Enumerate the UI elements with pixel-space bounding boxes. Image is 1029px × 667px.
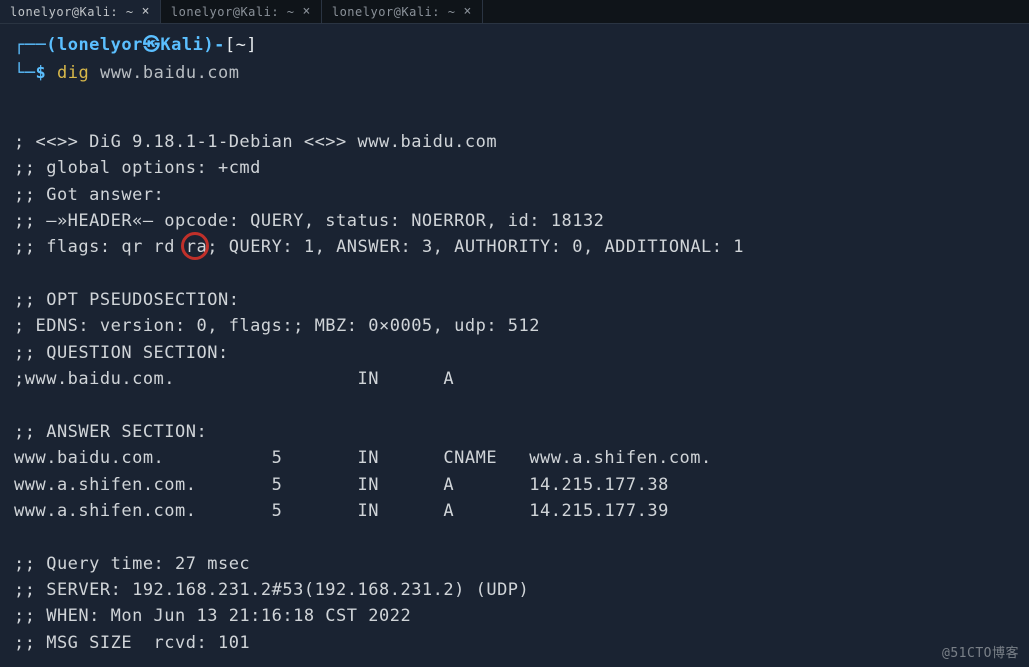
terminal-body[interactable]: ┌──(lonelyor㉿Kali)-[~] └─$ dig www.baidu… xyxy=(0,24,1029,664)
bracket-close: ] xyxy=(246,35,257,55)
highlighted-ra: ra xyxy=(186,237,207,257)
terminal-tab-2[interactable]: lonelyor@Kali: ~ × xyxy=(161,0,322,23)
prompt-corner: ┌── xyxy=(14,35,46,55)
out-l18: ;; Query time: 27 msec xyxy=(14,554,250,574)
prompt-line-1: ┌──(lonelyor㉿Kali)-[~] xyxy=(14,32,1015,58)
prompt-host: Kali xyxy=(160,35,203,55)
paren-open: ( xyxy=(46,35,57,55)
prompt-sep: ㉿ xyxy=(143,35,161,55)
prompt-line-2: └─$ dig www.baidu.com xyxy=(14,60,1015,86)
out-l13: ;; ANSWER SECTION: xyxy=(14,422,207,442)
annotation-circle-icon xyxy=(181,232,209,260)
command-arg: www.baidu.com xyxy=(100,63,240,83)
out-l5: ;; —»HEADER«— opcode: QUERY, status: NOE… xyxy=(14,211,604,231)
prompt-user: lonelyor xyxy=(57,35,143,55)
out-l6: ;; flags: qr rd ra; QUERY: 1, ANSWER: 3,… xyxy=(14,237,744,257)
tab-label: lonelyor@Kali: ~ xyxy=(10,5,134,19)
out-l15: www.a.shifen.com. 5 IN A 14.215.177.38 xyxy=(14,475,669,495)
close-icon[interactable]: × xyxy=(142,4,150,19)
prompt-dash: - xyxy=(214,35,225,55)
out-l21: ;; MSG SIZE rcvd: 101 xyxy=(14,633,250,653)
tab-bar: lonelyor@Kali: ~ × lonelyor@Kali: ~ × lo… xyxy=(0,0,1029,24)
out-l11: ;www.baidu.com. IN A xyxy=(14,369,454,389)
watermark: @51CTO博客 xyxy=(942,642,1019,661)
tab-label: lonelyor@Kali: ~ xyxy=(171,5,295,19)
out-l14: www.baidu.com. 5 IN CNAME www.a.shifen.c… xyxy=(14,448,712,468)
out-l3: ;; global options: +cmd xyxy=(14,158,261,178)
out-l20: ;; WHEN: Mon Jun 13 21:16:18 CST 2022 xyxy=(14,606,411,626)
out-l9: ; EDNS: version: 0, flags:; MBZ: 0×0005,… xyxy=(14,316,540,336)
out-l2: ; <<>> DiG 9.18.1-1-Debian <<>> www.baid… xyxy=(14,132,497,152)
prompt-corner-bot: └─ xyxy=(14,63,35,83)
terminal-output: ; <<>> DiG 9.18.1-1-Debian <<>> www.baid… xyxy=(14,103,1015,656)
close-icon[interactable]: × xyxy=(463,4,471,19)
terminal-tab-1[interactable]: lonelyor@Kali: ~ × xyxy=(0,0,161,23)
prompt-dollar: $ xyxy=(35,63,46,83)
paren-close: ) xyxy=(203,35,214,55)
out-l4: ;; Got answer: xyxy=(14,185,164,205)
terminal-tab-3[interactable]: lonelyor@Kali: ~ × xyxy=(322,0,483,23)
tab-label: lonelyor@Kali: ~ xyxy=(332,5,456,19)
out-l19: ;; SERVER: 192.168.231.2#53(192.168.231.… xyxy=(14,580,529,600)
out-l10: ;; QUESTION SECTION: xyxy=(14,343,229,363)
prompt-path: ~ xyxy=(236,35,247,55)
out-l8: ;; OPT PSEUDOSECTION: xyxy=(14,290,239,310)
flags-suffix: ; QUERY: 1, ANSWER: 3, AUTHORITY: 0, ADD… xyxy=(207,237,744,257)
command: dig xyxy=(57,63,89,83)
out-l16: www.a.shifen.com. 5 IN A 14.215.177.39 xyxy=(14,501,669,521)
bracket-open: [ xyxy=(225,35,236,55)
close-icon[interactable]: × xyxy=(303,4,311,19)
flags-prefix: ;; flags: qr rd xyxy=(14,237,186,257)
